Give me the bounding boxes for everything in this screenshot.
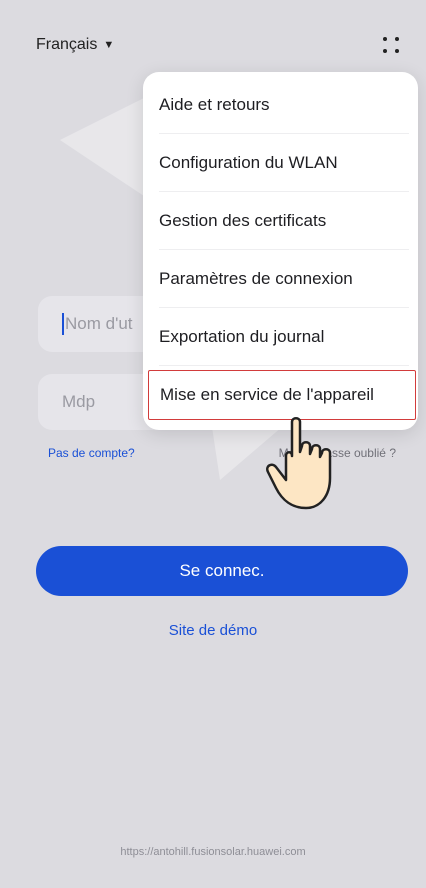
password-placeholder: Mdp [62, 392, 96, 411]
server-url: https://antohill.fusionsolar.huawei.com [120, 846, 306, 858]
options-menu: Aide et retours Configuration du WLAN Ge… [143, 72, 418, 430]
pointing-hand-icon [266, 417, 332, 510]
login-button[interactable]: Se connec. [36, 546, 408, 596]
language-label: Français [36, 36, 98, 53]
menu-item-device-commissioning[interactable]: Mise en service de l'appareil [148, 370, 416, 420]
demo-site-link[interactable]: Site de démo [0, 622, 426, 639]
no-account-link[interactable]: Pas de compte? [48, 446, 135, 460]
language-selector[interactable]: Français ▼ [36, 36, 114, 54]
menu-item-certificates[interactable]: Gestion des certificats [159, 192, 409, 250]
caret-down-icon: ▼ [103, 39, 115, 51]
text-cursor [62, 313, 64, 335]
menu-item-help[interactable]: Aide et retours [159, 76, 409, 134]
menu-item-wlan[interactable]: Configuration du WLAN [159, 134, 409, 192]
menu-item-connection-settings[interactable]: Paramètres de connexion [159, 250, 409, 308]
menu-item-export-log[interactable]: Exportation du journal [159, 308, 409, 366]
more-options-icon[interactable] [380, 34, 402, 56]
username-placeholder: Nom d'ut [65, 314, 133, 333]
